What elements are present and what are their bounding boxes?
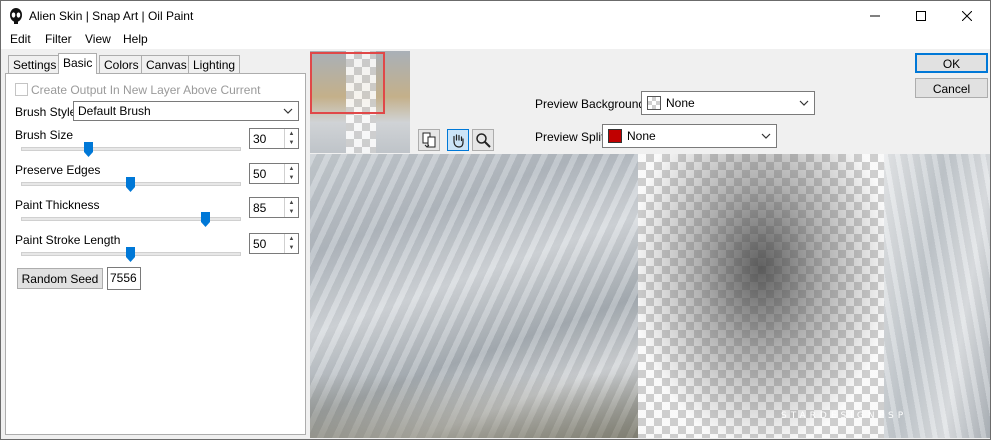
brush-stroke-texture-right xyxy=(884,154,990,438)
watermark-text: STARDESIGNPSP xyxy=(781,411,908,421)
paint-thickness-label: Paint Thickness xyxy=(15,198,100,212)
paint-thickness-slider-thumb[interactable] xyxy=(201,212,210,227)
brush-style-value: Default Brush xyxy=(78,104,151,118)
oil-paint-dialog: Alien Skin | Snap Art | Oil Paint Edit F… xyxy=(0,0,991,440)
up-arrow-icon[interactable]: ▲ xyxy=(285,234,298,243)
stroke-length-spinbox[interactable]: 50 ▲ ▼ xyxy=(249,233,299,254)
split-compare-tool[interactable] xyxy=(418,129,440,151)
chevron-down-icon xyxy=(799,100,809,106)
tab-settings[interactable]: Settings xyxy=(8,55,62,73)
brush-style-label: Brush Style: xyxy=(15,105,80,119)
close-button[interactable] xyxy=(944,1,990,31)
background-swatch xyxy=(647,96,661,110)
stroke-length-value: 50 xyxy=(253,237,267,251)
preserve-edges-label: Preserve Edges xyxy=(15,163,101,177)
spin-arrows[interactable]: ▲ ▼ xyxy=(284,198,298,217)
stroke-length-slider-thumb[interactable] xyxy=(126,247,135,262)
menu-edit[interactable]: Edit xyxy=(10,32,31,46)
menu-view[interactable]: View xyxy=(85,32,111,46)
brush-size-value: 30 xyxy=(253,132,267,146)
preview-background-label: Preview Background: xyxy=(535,97,649,111)
close-icon xyxy=(962,11,972,21)
down-arrow-icon[interactable]: ▼ xyxy=(285,243,298,252)
painted-shadow-bottom xyxy=(310,374,638,438)
tab-basic[interactable]: Basic xyxy=(58,53,98,74)
hand-tool[interactable] xyxy=(447,129,469,151)
up-arrow-icon[interactable]: ▲ xyxy=(285,129,298,138)
hand-icon xyxy=(453,134,464,148)
minimize-icon xyxy=(870,15,880,17)
down-arrow-icon[interactable]: ▼ xyxy=(285,138,298,147)
tab-colors[interactable]: Colors xyxy=(99,55,144,73)
preserve-edges-slider-thumb[interactable] xyxy=(126,177,135,192)
brush-style-dropdown[interactable]: Default Brush xyxy=(73,101,299,121)
window-title: Alien Skin | Snap Art | Oil Paint xyxy=(29,9,194,23)
paint-thickness-value: 85 xyxy=(253,201,267,215)
spin-arrows[interactable]: ▲ ▼ xyxy=(284,164,298,183)
tab-lighting[interactable]: Lighting xyxy=(188,55,241,73)
preview-canvas[interactable] xyxy=(310,154,990,438)
zoom-tool[interactable] xyxy=(472,129,494,151)
magnifier-icon xyxy=(476,133,491,148)
title-bar: Alien Skin | Snap Art | Oil Paint xyxy=(1,1,990,31)
preview-background-value: None xyxy=(666,96,695,110)
cancel-button[interactable]: Cancel xyxy=(915,78,988,98)
random-seed-input[interactable]: 7556 xyxy=(107,267,141,290)
preview-split-value: None xyxy=(627,129,656,143)
brush-size-label: Brush Size xyxy=(15,128,74,142)
compare-icon xyxy=(422,132,436,148)
up-arrow-icon[interactable]: ▲ xyxy=(285,164,298,173)
chevron-down-icon xyxy=(283,108,293,114)
preview-split-label: Preview Split: xyxy=(535,130,608,144)
up-arrow-icon[interactable]: ▲ xyxy=(285,198,298,207)
preview-background-dropdown[interactable]: None xyxy=(641,91,815,115)
create-output-checkbox[interactable] xyxy=(15,83,28,96)
navigator-thumbnail[interactable] xyxy=(310,51,410,153)
alien-skin-logo-icon xyxy=(10,8,22,24)
tab-canvas[interactable]: Canvas xyxy=(141,55,192,73)
brush-size-slider-thumb[interactable] xyxy=(84,142,93,157)
chevron-down-icon xyxy=(761,133,771,139)
maximize-button[interactable] xyxy=(898,1,944,31)
random-seed-button[interactable]: Random Seed xyxy=(17,268,103,289)
ok-button[interactable]: OK xyxy=(915,53,988,73)
brush-size-slider-track[interactable] xyxy=(21,147,241,151)
painted-region-center xyxy=(638,154,884,438)
preserve-edges-spinbox[interactable]: 50 ▲ ▼ xyxy=(249,163,299,184)
create-output-label: Create Output In New Layer Above Current xyxy=(31,83,261,97)
minimize-button[interactable] xyxy=(852,1,898,31)
down-arrow-icon[interactable]: ▼ xyxy=(285,173,298,182)
brush-size-spinbox[interactable]: 30 ▲ ▼ xyxy=(249,128,299,149)
navigator-view-rect[interactable] xyxy=(310,52,385,114)
spin-arrows[interactable]: ▲ ▼ xyxy=(284,234,298,253)
menu-filter[interactable]: Filter xyxy=(45,32,72,46)
spin-arrows[interactable]: ▲ ▼ xyxy=(284,129,298,148)
preview-split-dropdown[interactable]: None xyxy=(602,124,777,148)
paint-thickness-spinbox[interactable]: 85 ▲ ▼ xyxy=(249,197,299,218)
menu-help[interactable]: Help xyxy=(123,32,148,46)
menu-bar: Edit Filter View Help xyxy=(1,31,990,49)
preserve-edges-value: 50 xyxy=(253,167,267,181)
split-swatch xyxy=(608,129,622,143)
down-arrow-icon[interactable]: ▼ xyxy=(285,207,298,216)
maximize-icon xyxy=(916,11,926,21)
stroke-length-label: Paint Stroke Length xyxy=(15,233,121,247)
